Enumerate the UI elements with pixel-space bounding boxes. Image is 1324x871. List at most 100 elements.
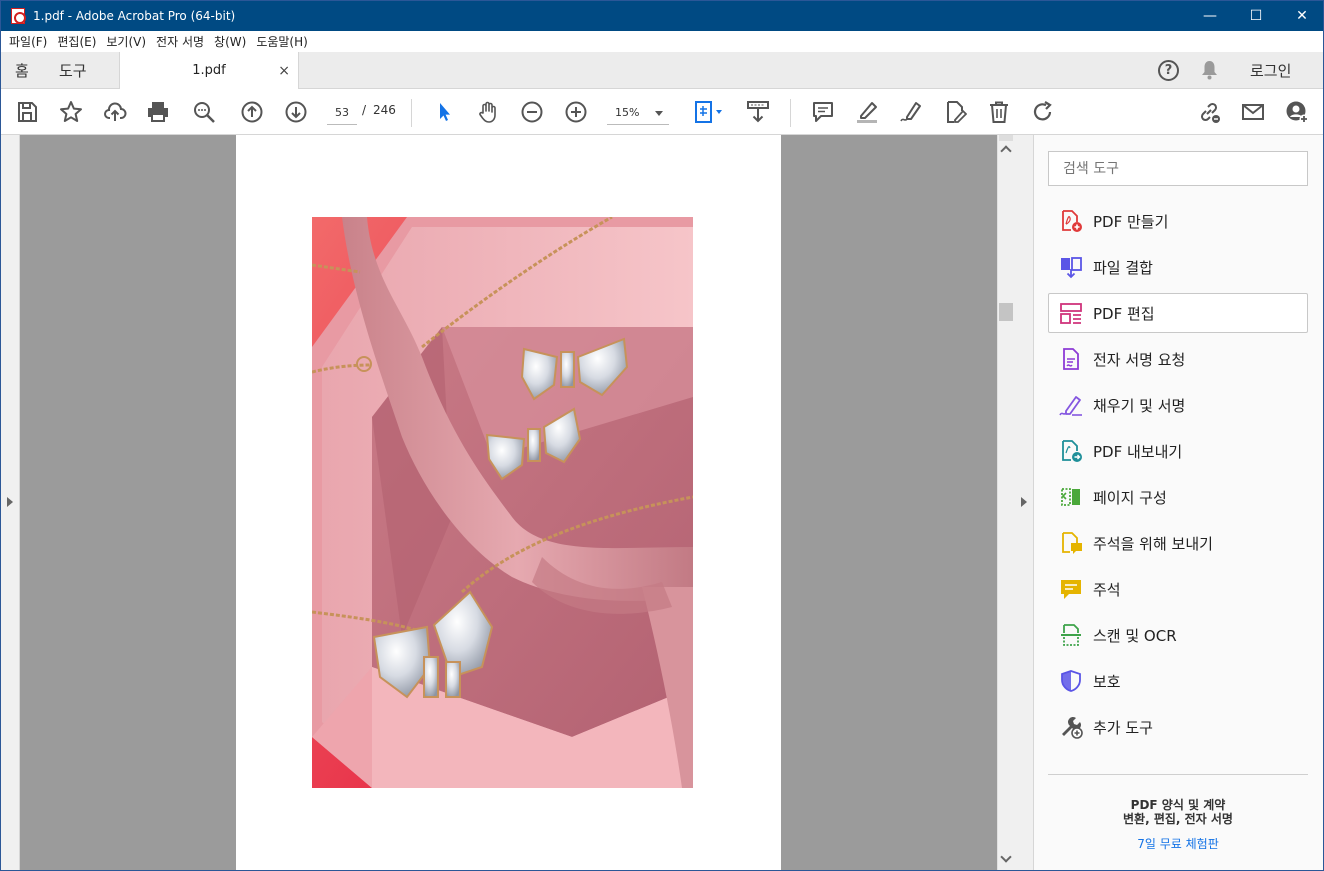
close-tab-icon[interactable]: ×: [278, 63, 290, 79]
total-pages: 246: [373, 103, 396, 117]
tool-label: 주석을 위해 보내기: [1093, 534, 1213, 553]
maximize-button[interactable]: ☐: [1233, 1, 1279, 31]
protect-icon: [1061, 670, 1081, 692]
menu-e-sign[interactable]: 전자 서명: [152, 33, 208, 50]
page-separator: /: [362, 103, 367, 117]
select-cursor-icon[interactable]: [430, 98, 458, 126]
scroll-down-icon[interactable]: [1000, 851, 1012, 863]
edit-pdf-icon: [1060, 303, 1082, 324]
zoom-level-select[interactable]: 15%: [607, 101, 669, 125]
help-icon[interactable]: ?: [1158, 60, 1179, 81]
toolbar-divider: [411, 99, 412, 127]
tool-label: 파일 결합: [1093, 258, 1153, 277]
bell-icon[interactable]: [1201, 60, 1218, 80]
delete-trash-icon[interactable]: [985, 98, 1013, 126]
next-page-icon[interactable]: [282, 98, 310, 126]
previous-page-icon[interactable]: [238, 98, 266, 126]
scroll-up-icon[interactable]: [1000, 145, 1012, 157]
tool-label: 페이지 구성: [1093, 488, 1167, 507]
tool-label: 주석: [1093, 580, 1121, 599]
scrollbar-track: [999, 135, 1013, 141]
edit-pdf-icon[interactable]: [941, 98, 969, 126]
tool-label: 보호: [1093, 672, 1121, 691]
scrollbar-thumb[interactable]: [999, 303, 1013, 321]
acrobat-app-icon: [11, 8, 26, 24]
highlight-pen-icon[interactable]: [853, 98, 881, 126]
jewelry-product-photo: [312, 217, 693, 788]
zoom-search-icon[interactable]: [190, 98, 218, 126]
login-button[interactable]: 로그인: [1250, 52, 1291, 88]
chevron-down-icon: [655, 111, 663, 116]
tool-edit-pdf[interactable]: PDF 편집: [1048, 293, 1308, 333]
menu-edit[interactable]: 편집(E): [53, 33, 100, 50]
tools-pane: PDF 만들기 파일 결합 PDF 편집 전자 서명 요청 채우기 및 서명 P…: [1034, 135, 1323, 870]
menu-window[interactable]: 창(W): [210, 33, 250, 50]
print-icon[interactable]: [144, 98, 172, 126]
document-canvas[interactable]: [20, 135, 997, 870]
tab-tools[interactable]: 도구: [59, 52, 87, 88]
zoom-out-icon[interactable]: [518, 98, 546, 126]
fit-page-icon[interactable]: [689, 98, 729, 126]
zoom-level-value: 15%: [615, 106, 640, 119]
scrolling-mode-icon[interactable]: [744, 98, 772, 126]
tab-bar: 홈 도구 1.pdf × ? 로그인: [1, 52, 1323, 89]
comment-icon[interactable]: [809, 98, 837, 126]
fill-sign-icon: [1059, 396, 1082, 416]
tool-label: 추가 도구: [1093, 718, 1153, 737]
organize-pages-icon: [1061, 488, 1080, 506]
tool-scan-ocr[interactable]: 스캔 및 OCR: [1048, 615, 1308, 655]
promo-subline: 변환, 편집, 전자 서명: [1123, 812, 1233, 826]
tool-create-pdf[interactable]: PDF 만들기: [1048, 201, 1308, 241]
toolbar: 53 / 246 15%: [1, 89, 1323, 135]
search-tools-input[interactable]: [1048, 151, 1308, 186]
scan-ocr-icon: [1061, 624, 1081, 646]
tool-label: PDF 내보내기: [1093, 442, 1183, 461]
add-user-icon[interactable]: [1283, 98, 1311, 126]
tab-home[interactable]: 홈: [15, 52, 29, 88]
left-panel-toggle[interactable]: [1, 135, 20, 870]
minimize-button[interactable]: —: [1187, 1, 1233, 31]
tool-request-signature[interactable]: 전자 서명 요청: [1048, 339, 1308, 379]
tool-label: PDF 편집: [1093, 304, 1155, 323]
free-trial-link[interactable]: 7일 무료 체험판: [1048, 835, 1308, 852]
sign-pen-icon[interactable]: [897, 98, 925, 126]
tool-more-tools[interactable]: 추가 도구: [1048, 707, 1308, 747]
bookmark-star-icon[interactable]: [57, 98, 85, 126]
upload-cloud-icon[interactable]: [101, 98, 129, 126]
tool-send-for-comments[interactable]: 주석을 위해 보내기: [1048, 523, 1308, 563]
current-page-input[interactable]: 53: [327, 101, 357, 125]
email-icon[interactable]: [1239, 98, 1267, 126]
collapse-right-panel-icon: [1021, 497, 1027, 507]
request-signature-icon: [1063, 348, 1079, 370]
export-pdf-icon: [1062, 440, 1082, 462]
tools-divider: [1048, 774, 1308, 775]
pdf-page: [236, 135, 781, 870]
close-window-button[interactable]: ✕: [1279, 1, 1323, 31]
menu-bar: 파일(F) 편집(E) 보기(V) 전자 서명 창(W) 도움말(H): [1, 31, 1323, 52]
tab-document[interactable]: 1.pdf ×: [119, 52, 299, 89]
tool-comment[interactable]: 주석: [1048, 569, 1308, 609]
tool-combine-files[interactable]: 파일 결합: [1048, 247, 1308, 287]
menu-view[interactable]: 보기(V): [102, 33, 150, 50]
more-tools-icon: [1062, 717, 1083, 739]
menu-help[interactable]: 도움말(H): [252, 33, 312, 50]
send-for-comments-icon: [1062, 532, 1082, 554]
zoom-in-icon[interactable]: [562, 98, 590, 126]
right-panel-toggle[interactable]: [1014, 135, 1034, 870]
vertical-scrollbar[interactable]: [997, 135, 1014, 870]
tool-label: 스캔 및 OCR: [1093, 626, 1177, 645]
expand-left-panel-icon: [7, 497, 13, 507]
tool-fill-sign[interactable]: 채우기 및 서명: [1048, 385, 1308, 425]
tool-export-pdf[interactable]: PDF 내보내기: [1048, 431, 1308, 471]
menu-file[interactable]: 파일(F): [5, 33, 51, 50]
tool-label: 채우기 및 서명: [1093, 396, 1186, 415]
acrobat-window: 1.pdf - Adobe Acrobat Pro (64-bit) — ☐ ✕…: [0, 0, 1324, 871]
document-tab-label: 1.pdf: [192, 63, 226, 78]
save-icon[interactable]: [13, 98, 41, 126]
share-link-icon[interactable]: [1195, 98, 1223, 126]
create-pdf-icon: [1062, 210, 1082, 232]
rotate-icon[interactable]: [1029, 98, 1057, 126]
tool-protect[interactable]: 보호: [1048, 661, 1308, 701]
tool-organize-pages[interactable]: 페이지 구성: [1048, 477, 1308, 517]
hand-tool-icon[interactable]: [474, 98, 502, 126]
